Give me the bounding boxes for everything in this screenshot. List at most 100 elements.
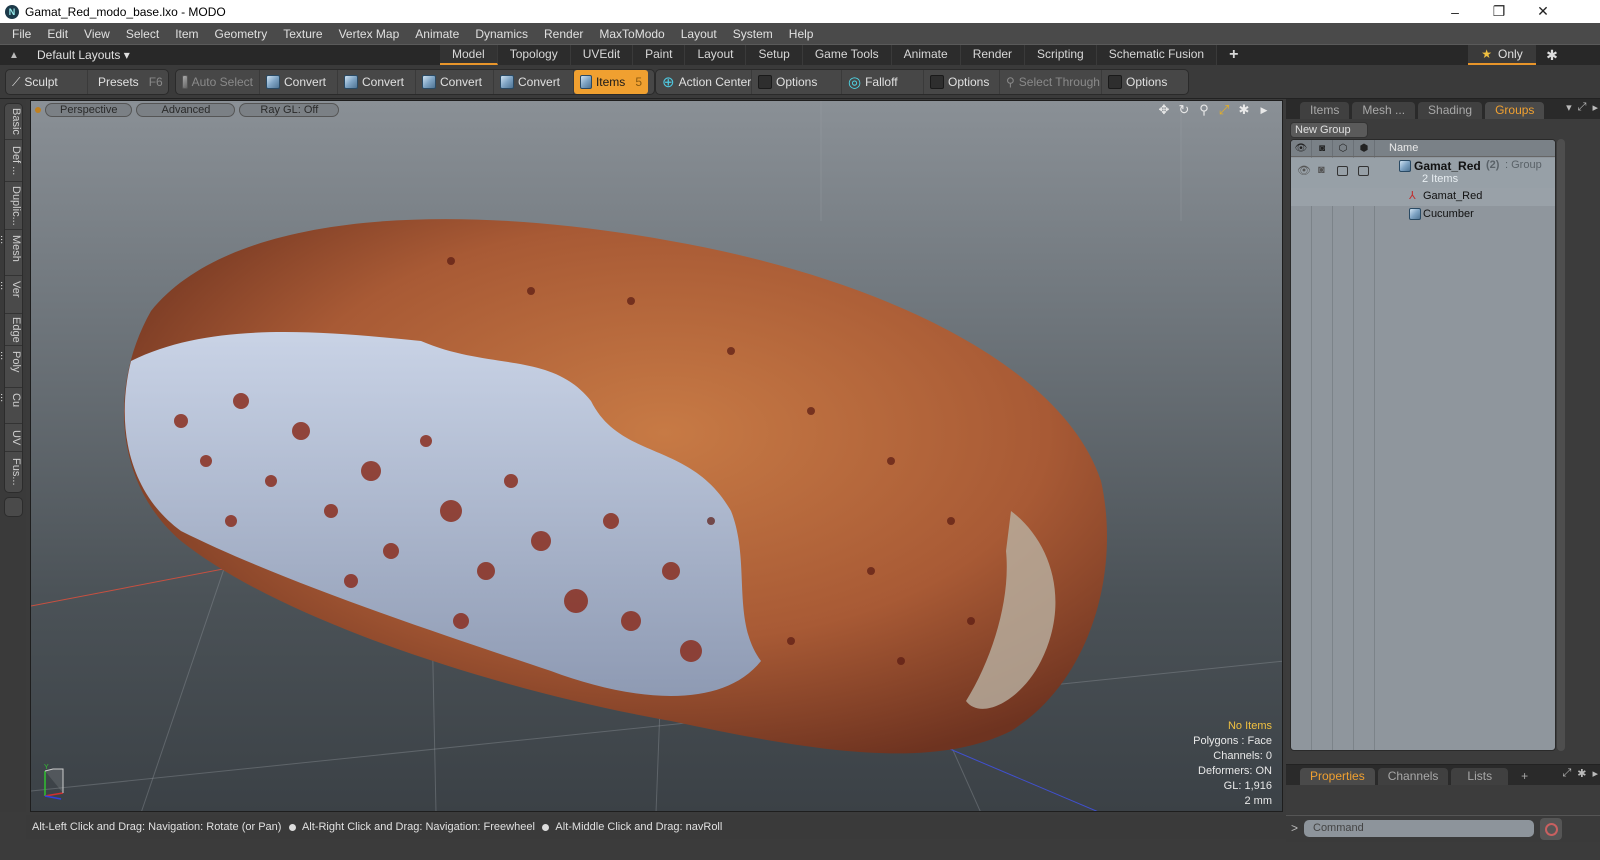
menu-dynamics[interactable]: Dynamics bbox=[467, 23, 536, 45]
falloff-options-button[interactable]: Options bbox=[924, 70, 1000, 94]
auto-select-button[interactable]: Auto Select bbox=[176, 70, 260, 94]
convert-vertices-button[interactable]: Convert bbox=[260, 70, 338, 94]
menu-geometry[interactable]: Geometry bbox=[207, 23, 276, 45]
panel-dropdown-icon[interactable]: ▾ bbox=[1566, 101, 1572, 114]
tab-uvedit[interactable]: UVEdit bbox=[570, 45, 634, 65]
zoom-magnifier-icon[interactable]: ⚲ bbox=[1196, 102, 1212, 118]
tree-row-item[interactable]: Cucumber bbox=[1291, 206, 1555, 224]
viewport-expand-arrow-icon[interactable]: ▶ bbox=[1256, 102, 1272, 118]
row-visibility-eye-icon[interactable]: 👁 bbox=[1297, 164, 1311, 177]
raygl-toggle[interactable]: Ray GL: Off bbox=[239, 103, 340, 117]
tab-properties[interactable]: Properties bbox=[1300, 768, 1375, 785]
row-lock-toggle[interactable] bbox=[1337, 166, 1348, 176]
menu-select[interactable]: Select bbox=[118, 23, 167, 45]
tab-shading[interactable]: Shading bbox=[1418, 102, 1483, 119]
side-tab-fusion[interactable]: Fus... bbox=[5, 452, 22, 492]
side-tab-mesh[interactable]: Mesh ... bbox=[0, 230, 22, 276]
side-tab-extra[interactable] bbox=[4, 497, 23, 517]
visibility-eye-icon[interactable]: 👁 bbox=[1291, 140, 1312, 156]
tab-game-tools[interactable]: Game Tools bbox=[802, 45, 892, 65]
record-macro-button[interactable] bbox=[1540, 818, 1562, 840]
menu-animate[interactable]: Animate bbox=[407, 23, 467, 45]
tab-groups[interactable]: Groups bbox=[1485, 102, 1545, 119]
view-type-dropdown[interactable]: Perspective bbox=[45, 103, 133, 117]
side-tab-uv[interactable]: UV bbox=[5, 424, 22, 452]
properties-panel: Properties Channels Lists + ⤢ ✱ ▸ bbox=[1286, 764, 1600, 814]
side-tab-deform[interactable]: Def ... bbox=[5, 140, 22, 182]
rotate-icon[interactable]: ↻ bbox=[1176, 102, 1192, 118]
action-center-button[interactable]: ⊕ Action Center bbox=[656, 70, 752, 94]
menu-vertex-map[interactable]: Vertex Map bbox=[331, 23, 408, 45]
collapse-up-icon[interactable]: ▲ bbox=[5, 50, 23, 61]
presets-button[interactable]: Presets F6 bbox=[88, 70, 168, 94]
convert-polygons-button[interactable]: Convert bbox=[416, 70, 494, 94]
pan-move-icon[interactable]: ✥ bbox=[1156, 102, 1172, 118]
3d-viewport[interactable]: Perspective Advanced Ray GL: Off ✥ ↻ ⚲ ⤢… bbox=[30, 100, 1283, 812]
tree-row-item[interactable]: ⅄ Gamat_Red bbox=[1291, 188, 1555, 206]
menu-help[interactable]: Help bbox=[781, 23, 822, 45]
tab-render[interactable]: Render bbox=[960, 45, 1026, 65]
menu-edit[interactable]: Edit bbox=[39, 23, 76, 45]
tab-model[interactable]: Model bbox=[440, 45, 498, 65]
shading-mode-dropdown[interactable]: Advanced bbox=[136, 103, 236, 117]
add-panel-tab-button[interactable]: + bbox=[1511, 768, 1538, 785]
panel-settings-gear-icon[interactable]: ✱ bbox=[1577, 767, 1586, 780]
viewport-settings-gear-icon[interactable]: ✱ bbox=[1236, 102, 1252, 118]
render-camera-icon[interactable]: ◙ bbox=[1312, 140, 1333, 156]
items-mode-button[interactable]: Items 5 bbox=[574, 70, 648, 94]
menu-view[interactable]: View bbox=[76, 23, 118, 45]
only-toggle-button[interactable]: ★ Only bbox=[1468, 45, 1536, 65]
side-tab-curve[interactable]: Cu ... bbox=[0, 388, 22, 424]
side-tab-edge[interactable]: Edge bbox=[5, 314, 22, 346]
maximize-viewport-icon[interactable]: ⤢ bbox=[1216, 102, 1232, 118]
side-tab-vertex[interactable]: Ver ... bbox=[0, 276, 22, 314]
command-input[interactable]: Command bbox=[1304, 820, 1534, 837]
convert-edges-button[interactable]: Convert bbox=[338, 70, 416, 94]
falloff-button[interactable]: ◎ Falloff bbox=[842, 70, 924, 94]
add-layout-tab-button[interactable]: + bbox=[1217, 45, 1250, 65]
menu-system[interactable]: System bbox=[725, 23, 781, 45]
side-tab-duplicate[interactable]: Duplic... bbox=[5, 182, 22, 230]
maximize-button[interactable]: ❐ bbox=[1476, 0, 1522, 23]
panel-expand-icon[interactable]: ⤢ bbox=[1562, 767, 1571, 780]
menu-item[interactable]: Item bbox=[167, 23, 206, 45]
tab-mesh[interactable]: Mesh ... bbox=[1352, 102, 1416, 119]
menu-layout[interactable]: Layout bbox=[673, 23, 725, 45]
menu-maxtomodo[interactable]: MaxToModo bbox=[591, 23, 672, 45]
tab-schematic-fusion[interactable]: Schematic Fusion bbox=[1096, 45, 1218, 65]
side-tab-polygon[interactable]: Poly ... bbox=[0, 346, 22, 388]
tab-channels[interactable]: Channels bbox=[1377, 768, 1449, 785]
tab-scripting[interactable]: Scripting bbox=[1025, 45, 1097, 65]
panel-arrow-icon[interactable]: ▸ bbox=[1592, 767, 1598, 780]
select-through-button[interactable]: ⚲ Select Through bbox=[1000, 70, 1102, 94]
menu-file[interactable]: File bbox=[4, 23, 39, 45]
select-through-options-button[interactable]: Options bbox=[1102, 70, 1186, 94]
close-button[interactable]: ✕ bbox=[1520, 0, 1566, 23]
tab-topology[interactable]: Topology bbox=[497, 45, 571, 65]
new-group-button[interactable]: New Group bbox=[1290, 122, 1368, 138]
row-render-icon[interactable]: ◙ bbox=[1318, 164, 1325, 176]
panel-arrow-icon[interactable]: ▸ bbox=[1592, 101, 1598, 114]
tree-scrollbar[interactable] bbox=[1557, 139, 1565, 751]
menu-render[interactable]: Render bbox=[536, 23, 591, 45]
select-cube-icon[interactable]: ⬢ bbox=[1354, 140, 1375, 156]
tab-lists[interactable]: Lists bbox=[1451, 768, 1509, 785]
sculpt-button[interactable]: ⟋ Sculpt bbox=[6, 70, 88, 94]
side-tab-basic[interactable]: Basic bbox=[5, 104, 22, 140]
tab-animate[interactable]: Animate bbox=[891, 45, 961, 65]
lock-cube-icon[interactable]: ⬡ bbox=[1333, 140, 1354, 156]
tab-paint[interactable]: Paint bbox=[633, 45, 686, 65]
row-select-toggle[interactable] bbox=[1358, 166, 1369, 176]
convert-materials-button[interactable]: Convert bbox=[494, 70, 574, 94]
menu-texture[interactable]: Texture bbox=[275, 23, 330, 45]
tab-layout[interactable]: Layout bbox=[685, 45, 747, 65]
panel-expand-icon[interactable]: ⤢ bbox=[1578, 101, 1587, 114]
tab-items[interactable]: Items bbox=[1300, 102, 1350, 119]
tab-setup[interactable]: Setup bbox=[746, 45, 803, 65]
layout-settings-gear-icon[interactable]: ✱ bbox=[1542, 45, 1562, 65]
tree-row-group[interactable]: 👁 ◙ Gamat_Red (2) : Group 2 Items bbox=[1291, 158, 1555, 188]
default-layouts-dropdown[interactable]: Default Layouts ▾ bbox=[37, 48, 130, 62]
action-center-options-button[interactable]: Options bbox=[752, 70, 842, 94]
minimize-button[interactable]: – bbox=[1432, 0, 1478, 23]
viewport-menu-dot-icon[interactable] bbox=[35, 107, 41, 113]
